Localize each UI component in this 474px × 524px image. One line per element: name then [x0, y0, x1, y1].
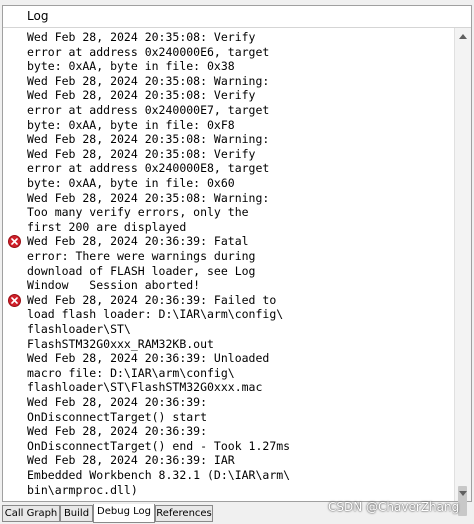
- log-line: Wed Feb 28, 2024 20:36:39: Failed to: [27, 292, 277, 307]
- log-line: FlashSTM32G0xxx_RAM32KB.out: [27, 336, 214, 351]
- log-line: bin\armproc.dll): [27, 482, 138, 497]
- log-line: Wed Feb 28, 2024 20:36:39: Fatal: [27, 234, 249, 249]
- log-line: download of FLASH loader, see Log: [27, 263, 256, 278]
- log-line: flashloader\ST\FlashSTM32G0xxx.mac: [27, 380, 263, 395]
- log-line: Wed Feb 28, 2024 20:36:39: Unloaded: [27, 351, 270, 366]
- log-line: OnDisconnectTarget() start: [27, 409, 208, 424]
- log-line: Wed Feb 28, 2024 20:35:08: Verify: [27, 30, 256, 44]
- log-line: error at address 0x240000E6, target: [27, 44, 270, 59]
- log-line: Wed Feb 28, 2024 20:35:08: Verify: [27, 88, 256, 103]
- error-icon: [8, 293, 21, 307]
- log-line: Wed Feb 28, 2024 20:36:39: IAR: [27, 453, 235, 468]
- log-line: Wed Feb 28, 2024 20:36:39:: [27, 424, 208, 439]
- log-header-label: Log: [27, 9, 49, 23]
- watermark: CSDN @ChaverZhang: [328, 500, 460, 514]
- log-line: Wed Feb 28, 2024 20:35:08: Warning:: [27, 132, 270, 147]
- tab-build[interactable]: Build: [60, 505, 93, 522]
- tab-debug-log[interactable]: Debug Log: [93, 504, 155, 523]
- vertical-scrollbar[interactable]: [454, 28, 471, 516]
- error-icon: [8, 235, 21, 249]
- log-content[interactable]: Wed Feb 28, 2024 20:35:08: Verify error a…: [3, 28, 454, 501]
- log-line: Embedded Workbench 8.32.1 (D:\IAR\arm\: [27, 468, 291, 482]
- tab-references[interactable]: References: [155, 505, 213, 522]
- log-line: Wed Feb 28, 2024 20:35:08: Warning:: [27, 190, 270, 205]
- log-line: Wed Feb 28, 2024 20:35:08: Warning:: [27, 73, 270, 88]
- tab-call-graph[interactable]: Call Graph: [2, 505, 60, 522]
- log-line: byte: 0xAA, byte in file: 0xF8: [27, 117, 235, 132]
- debug-log-panel: Log Wed Feb 28, 2024 20:35:08: Verify err…: [2, 5, 472, 516]
- log-line: byte: 0xAA, byte in file: 0x60: [27, 176, 235, 190]
- log-line: first 200 are displayed: [27, 219, 187, 234]
- scroll-up-arrow-icon[interactable]: [455, 28, 471, 44]
- log-line: error: There were warnings during: [27, 249, 256, 263]
- log-line: Window Session aborted!: [27, 278, 201, 293]
- log-line: flashloader\ST\: [27, 322, 131, 336]
- log-line: error at address 0x240000E8, target: [27, 161, 270, 176]
- log-line: OnDisconnectTarget() end - Took 1.27ms: [27, 438, 291, 453]
- log-line: load flash loader: D:\IAR\arm\config\: [27, 307, 284, 322]
- log-line: Wed Feb 28, 2024 20:36:39:: [27, 395, 208, 409]
- log-line: macro file: D:\IAR\arm\config\: [27, 365, 235, 380]
- log-line: Wed Feb 28, 2024 20:35:08: Verify: [27, 146, 256, 161]
- scroll-down-arrow-icon[interactable]: [455, 485, 471, 501]
- log-line: byte: 0xAA, byte in file: 0x38: [27, 59, 235, 74]
- log-column-header[interactable]: Log: [3, 6, 471, 28]
- log-line: error at address 0x240000E7, target: [27, 103, 270, 117]
- log-line: Too many verify errors, only the: [27, 205, 249, 220]
